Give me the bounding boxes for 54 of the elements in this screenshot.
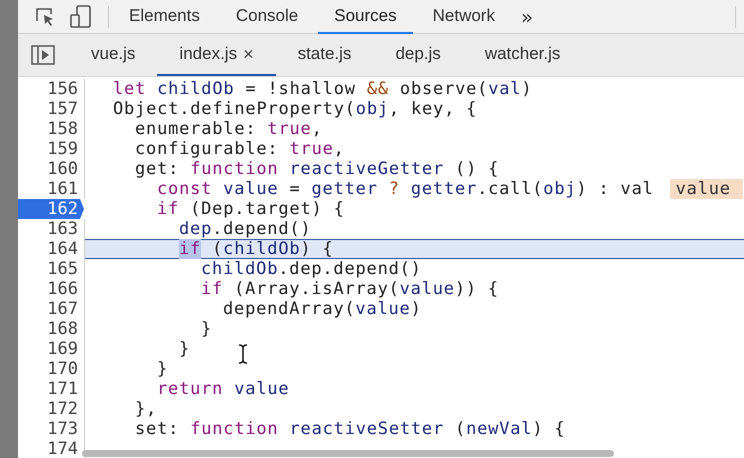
panel-tab[interactable]: Console [220,0,314,34]
code-line: } [201,319,212,339]
scrollbar[interactable] [82,450,614,457]
code-line: let childOb = !shallow && observe(val) [113,79,532,99]
code-line: configurable: true, [135,139,345,159]
code-line: Object.defineProperty(obj, key, { [113,99,478,119]
line-number: 165 [18,259,85,279]
line-number: 169 [18,339,85,359]
line-number: 162 [18,199,85,219]
line-number: 173 [18,419,85,439]
line-number: 163 [18,219,85,239]
code-line: if (childOb) { [179,240,334,258]
code-line: return value [157,379,290,399]
file-tab[interactable]: dep.js [373,34,463,76]
code-line: enumerable: true, [135,119,323,139]
file-tab[interactable]: vue.js [69,34,158,76]
line-number: 168 [18,319,85,339]
line-number: 160 [18,159,85,179]
file-name: watcher.js [484,44,560,64]
close-icon[interactable]: × [243,44,254,64]
code-line: } [179,339,190,359]
code-line: childOb.dep.depend() [201,259,422,279]
file-name: state.js [298,44,352,64]
line-number: 172 [18,399,85,419]
code-line: }, [135,399,158,419]
device-icon[interactable] [70,4,92,28]
line-number: 171 [18,379,85,399]
file-name: dep.js [395,44,441,64]
line-number: 158 [18,119,85,139]
code-line: set: function reactiveSetter (newVal) { [135,419,566,439]
line-number: 157 [18,99,85,119]
code-line: dependArray(value) [223,299,422,319]
code-line: } [157,359,168,379]
code-line: if (Array.isArray(value)) { [201,279,499,299]
more-tabs-button[interactable]: » [510,0,544,33]
file-name: vue.js [91,44,136,64]
line-number: 159 [18,139,85,159]
code-line: if (Dep.target) { [157,199,345,219]
panel-tab[interactable]: Elements [113,0,216,34]
code-line: dep.depend() [179,219,312,239]
code-line: const value = getter ? getter.call(obj) : val [157,179,654,199]
file-tab[interactable]: state.js [276,34,374,76]
line-number: 167 [18,299,85,319]
text-cursor-icon [238,344,248,364]
line-number: 170 [18,359,85,379]
file-name: index.js [179,44,238,64]
panel-tab[interactable]: Network [416,0,511,34]
file-tab[interactable]: watcher.js [462,34,582,76]
code-line: get: function reactiveGetter () { [135,159,500,179]
inline-value: value [670,179,743,199]
file-tab[interactable]: index.js × [157,34,276,76]
line-number: 156 [18,79,85,99]
sidebar-toggle-icon[interactable] [31,45,55,65]
line-number: 166 [18,279,85,299]
